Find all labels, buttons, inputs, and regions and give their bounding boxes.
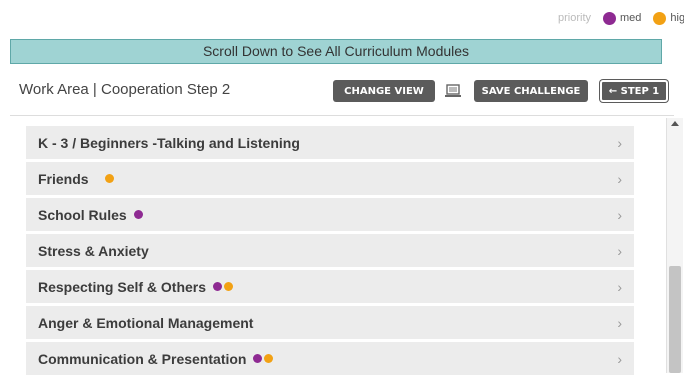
module-name: School Rules: [38, 207, 143, 223]
save-challenge-button[interactable]: SAVE CHALLENGE: [474, 80, 588, 102]
step-1-button[interactable]: ← STEP 1: [600, 80, 668, 102]
module-name-text: Friends: [38, 170, 89, 187]
module-name: Respecting Self & Others: [38, 278, 234, 295]
chevron-right-icon: ›: [617, 350, 622, 367]
chevron-right-icon: ›: [617, 170, 622, 187]
module-name-text: Respecting Self & Others: [38, 278, 207, 295]
work-area-title: Work Area | Cooperation Step 2: [19, 81, 231, 98]
module-row[interactable]: Anger & Emotional Management ›: [26, 306, 634, 339]
laptop-icon[interactable]: [444, 83, 462, 99]
chevron-right-icon: ›: [617, 134, 622, 151]
module-name-text: K - 3 / Beginners -Talking and Listening: [38, 134, 300, 151]
priority-legend: priority med high: [558, 10, 684, 26]
toolbar-divider: [10, 115, 674, 116]
med-priority-label: med: [620, 12, 642, 24]
chevron-right-icon: ›: [617, 278, 622, 295]
module-name-text: Stress & Anxiety: [38, 242, 149, 259]
module-name-text: Anger & Emotional Management: [38, 314, 254, 331]
module-row[interactable]: K - 3 / Beginners -Talking and Listening…: [26, 126, 634, 159]
module-name: Stress & Anxiety: [38, 243, 149, 259]
chevron-right-icon: ›: [617, 242, 622, 259]
module-list: K - 3 / Beginners -Talking and Listening…: [26, 126, 634, 378]
high-priority-dot-icon: [104, 174, 114, 183]
module-name: Anger & Emotional Management: [38, 315, 253, 331]
module-name: K - 3 / Beginners -Talking and Listening: [38, 135, 300, 151]
module-name: Communication & Presentation: [38, 350, 274, 367]
scrollbar-thumb[interactable]: [669, 266, 681, 373]
high-priority-dot-icon: [653, 11, 667, 25]
module-row[interactable]: Respecting Self & Others ›: [26, 270, 634, 303]
med-priority-dot-icon: [253, 354, 263, 363]
scrollbar[interactable]: [666, 118, 683, 373]
module-row[interactable]: School Rules ›: [26, 198, 634, 231]
med-priority-dot-icon: [603, 11, 617, 25]
scroll-up-arrow-icon[interactable]: [671, 121, 679, 126]
med-priority-dot-icon: [133, 210, 143, 219]
priority-legend-label: priority: [558, 12, 592, 24]
module-name-text: Communication & Presentation: [38, 350, 247, 367]
module-row[interactable]: Stress & Anxiety ›: [26, 234, 634, 267]
module-row[interactable]: Friends ›: [26, 162, 634, 195]
high-priority-label: high: [670, 12, 684, 24]
high-priority-dot-icon: [224, 282, 234, 291]
module-row[interactable]: Communication & Presentation ›: [26, 342, 634, 375]
module-name-text: School Rules: [38, 206, 127, 223]
med-priority-dot-icon: [213, 282, 223, 291]
high-priority-dot-icon: [264, 354, 274, 363]
module-name: Friends: [38, 171, 114, 187]
work-area-toolbar: Work Area | Cooperation Step 2 CHANGE VI…: [10, 70, 674, 110]
chevron-right-icon: ›: [617, 314, 622, 331]
chevron-right-icon: ›: [617, 206, 622, 223]
change-view-button[interactable]: CHANGE VIEW: [333, 80, 435, 102]
scroll-banner: Scroll Down to See All Curriculum Module…: [10, 39, 662, 64]
